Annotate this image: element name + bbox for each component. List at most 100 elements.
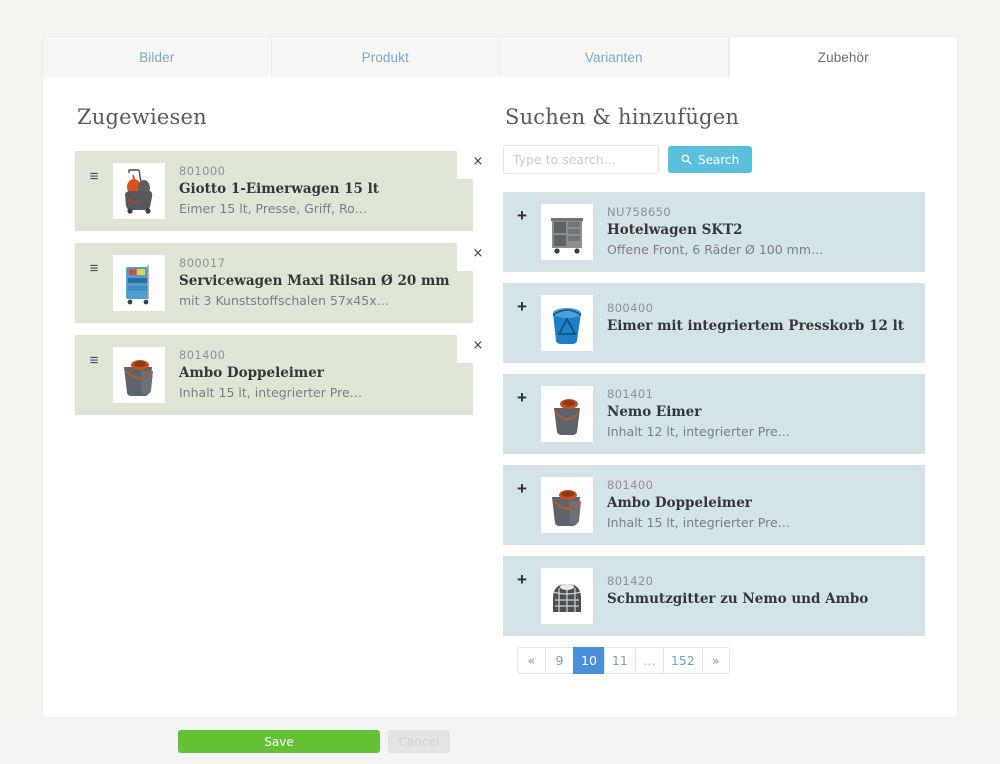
search-results-list: + (503, 192, 925, 636)
search-result-item[interactable]: + 801401 Nemo Eimer I (503, 374, 925, 454)
pagination-prev[interactable]: « (517, 647, 545, 674)
product-sku: 801000 (179, 164, 379, 178)
service-trolley-icon (117, 259, 161, 307)
product-sku: NU758650 (607, 205, 824, 219)
product-title: Ambo Doppeleimer (607, 495, 790, 511)
product-description: Inhalt 12 lt, integrierter Pre… (607, 424, 790, 439)
remove-item-button[interactable]: × (457, 329, 499, 363)
search-heading: Suchen & hinzufügen (505, 105, 925, 129)
remove-item-button[interactable]: × (457, 237, 499, 271)
dirt-grid-icon (545, 572, 589, 620)
search-input[interactable] (503, 145, 659, 174)
tab-label: Produkt (362, 50, 409, 65)
search-icon (681, 154, 692, 165)
product-thumbnail (113, 163, 165, 219)
product-thumbnail (541, 295, 593, 351)
pagination-page-152[interactable]: 152 (663, 647, 702, 674)
product-sku: 801400 (607, 478, 790, 492)
content-panel: Zugewiesen ≡ (42, 77, 958, 718)
product-thumbnail (541, 204, 593, 260)
product-thumbnail (541, 386, 593, 442)
search-result-item[interactable]: + (503, 192, 925, 272)
product-title: Eimer mit integriertem Presskorb 12 lt (607, 318, 904, 334)
search-result-item[interactable]: + 801420 Schmutzgitter zu Nemo und (503, 556, 925, 636)
add-item-button[interactable]: + (503, 204, 541, 224)
drag-handle-icon[interactable]: ≡ (75, 347, 113, 368)
footer-bar: Save Cancel (0, 719, 1000, 764)
pagination-ellipsis: … (635, 647, 663, 674)
assigned-item[interactable]: ≡ 801400 Ambo Dopp (75, 335, 473, 415)
tab-zubehoer[interactable]: Zubehör (729, 37, 958, 78)
search-column: Suchen & hinzufügen Search + (503, 105, 925, 674)
product-thumbnail (541, 568, 593, 624)
remove-item-button[interactable]: × (457, 145, 499, 179)
tab-label: Bilder (139, 50, 174, 65)
product-title: Schmutzgitter zu Nemo und Ambo (607, 591, 868, 607)
tab-label: Zubehör (818, 50, 869, 65)
tab-bar: Bilder Produkt Varianten Zubehör (42, 36, 958, 77)
drag-handle-icon[interactable]: ≡ (75, 163, 113, 184)
product-info: 800017 Servicewagen Maxi Rilsan Ø 20 mm … (179, 255, 450, 308)
product-sku: 801401 (607, 387, 790, 401)
blue-bucket-icon (545, 299, 589, 347)
product-info: 800400 Eimer mit integriertem Presskorb … (607, 295, 904, 338)
save-button[interactable]: Save (178, 730, 380, 753)
pagination-page-11[interactable]: 11 (604, 647, 635, 674)
product-sku: 801400 (179, 348, 362, 362)
product-info: 801400 Ambo Doppeleimer Inhalt 15 lt, in… (179, 347, 362, 400)
tab-label: Varianten (585, 50, 643, 65)
tab-produkt[interactable]: Produkt (272, 37, 501, 77)
search-button-label: Search (698, 153, 739, 167)
product-info: 801401 Nemo Eimer Inhalt 12 lt, integrie… (607, 386, 790, 439)
tab-bilder[interactable]: Bilder (43, 37, 272, 77)
product-sku: 801420 (607, 574, 868, 588)
product-sku: 800400 (607, 301, 904, 315)
product-thumbnail (541, 477, 593, 533)
add-item-button[interactable]: + (503, 477, 541, 497)
double-bucket-icon (545, 481, 589, 529)
product-info: 801400 Ambo Doppeleimer Inhalt 15 lt, in… (607, 477, 790, 530)
product-title: Nemo Eimer (607, 404, 790, 420)
product-description: Inhalt 15 lt, integrierter Pre… (179, 385, 362, 400)
tab-varianten[interactable]: Varianten (500, 37, 729, 77)
footer-actions: Save Cancel (0, 719, 1000, 753)
page-root: Bilder Produkt Varianten Zubehör Zugewie… (0, 0, 1000, 764)
search-row: Search (503, 145, 925, 174)
product-info: 801420 Schmutzgitter zu Nemo und Ambo (607, 568, 868, 611)
pagination: « 9 10 11 … 152 » (517, 647, 925, 674)
search-result-item[interactable]: + 800400 Eimer mit integriertem Pre (503, 283, 925, 363)
assigned-item[interactable]: ≡ (75, 151, 473, 231)
double-bucket-icon (117, 351, 161, 399)
product-thumbnail (113, 347, 165, 403)
pagination-page-10-active[interactable]: 10 (573, 647, 604, 674)
product-title: Servicewagen Maxi Rilsan Ø 20 mm (179, 273, 450, 289)
product-description: Eimer 15 lt, Presse, Griff, Ro… (179, 201, 379, 216)
assigned-list: ≡ (75, 151, 483, 415)
search-button[interactable]: Search (668, 146, 752, 173)
product-description: mit 3 Kunststoffschalen 57x45x… (179, 293, 450, 308)
assigned-column: Zugewiesen ≡ (75, 105, 483, 674)
mop-bucket-trolley-icon (117, 167, 161, 215)
two-column-layout: Zugewiesen ≡ (43, 77, 957, 674)
product-sku: 800017 (179, 256, 450, 270)
add-item-button[interactable]: + (503, 568, 541, 588)
drag-handle-icon[interactable]: ≡ (75, 255, 113, 276)
add-item-button[interactable]: + (503, 386, 541, 406)
cancel-button: Cancel (388, 730, 450, 753)
product-info: NU758650 Hotelwagen SKT2 Offene Front, 6… (607, 204, 824, 257)
product-description: Offene Front, 6 Räder Ø 100 mm… (607, 242, 824, 257)
search-result-item[interactable]: + 801400 Ambo Dopp (503, 465, 925, 545)
product-thumbnail (113, 255, 165, 311)
pagination-page-9[interactable]: 9 (545, 647, 573, 674)
add-item-button[interactable]: + (503, 295, 541, 315)
product-title: Giotto 1-Eimerwagen 15 lt (179, 181, 379, 197)
assigned-item[interactable]: ≡ (75, 243, 473, 323)
housekeeping-cart-icon (545, 208, 589, 256)
pagination-next[interactable]: » (702, 647, 730, 674)
product-title: Ambo Doppeleimer (179, 365, 362, 381)
single-bucket-icon (545, 390, 589, 438)
assigned-heading: Zugewiesen (77, 105, 483, 129)
product-description: Inhalt 15 lt, integrierter Pre… (607, 515, 790, 530)
product-title: Hotelwagen SKT2 (607, 222, 824, 238)
product-info: 801000 Giotto 1-Eimerwagen 15 lt Eimer 1… (179, 163, 379, 216)
